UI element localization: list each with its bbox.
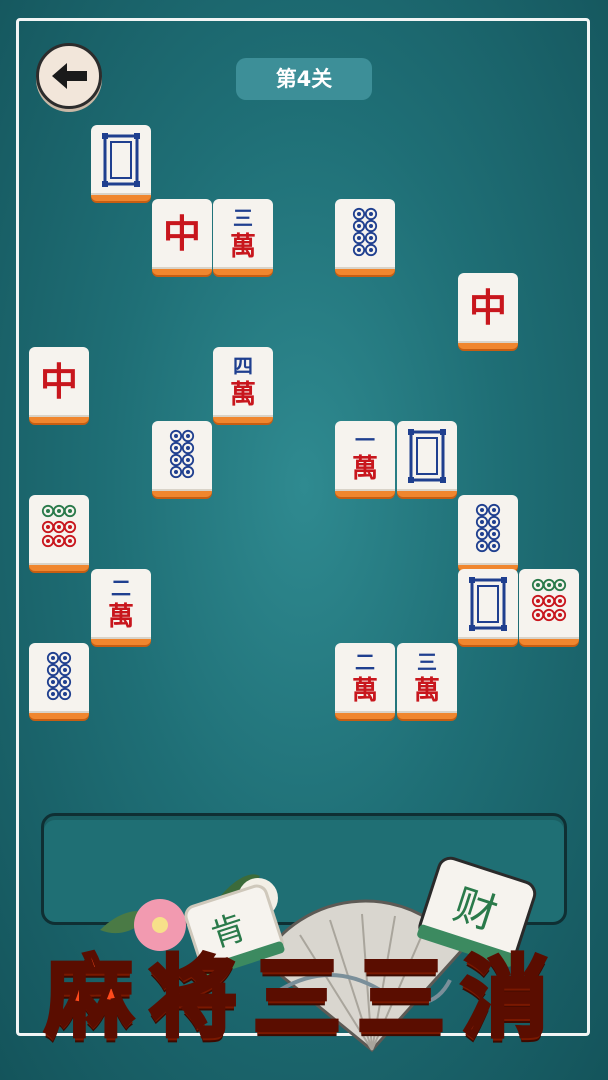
mahjong-tile[interactable] [152,421,212,497]
tile-face [102,133,140,187]
tile-face [169,429,195,479]
tile-face: 中 [469,285,507,330]
tile-face: 一萬 [352,428,378,484]
svg-text:中: 中 [469,285,507,330]
tile-board: 中三萬中中四萬一萬二萬二萬三萬 [0,0,608,800]
mahjong-tile[interactable]: 二萬 [335,643,395,719]
svg-text:萬: 萬 [352,676,378,706]
mahjong-tile[interactable]: 中 [29,347,89,423]
mahjong-tile[interactable] [29,643,89,719]
mahjong-tile[interactable] [458,569,518,645]
mahjong-tile[interactable]: 中 [152,199,212,275]
mahjong-tile[interactable] [335,199,395,275]
tile-face: 四萬 [230,354,256,410]
logo-char-3: 三 [251,943,343,1051]
svg-text:一: 一 [355,428,375,452]
mahjong-tile[interactable]: 三萬 [213,199,273,275]
svg-text:二: 二 [355,650,375,674]
svg-text:萬: 萬 [230,380,256,410]
mahjong-tile[interactable]: 一萬 [335,421,395,497]
svg-text:中: 中 [163,211,201,256]
tile-face [46,651,72,701]
logo-char-4: 三 [355,943,447,1051]
tile-face: 三萬 [414,650,440,706]
tile-face [531,578,567,622]
svg-text:四: 四 [233,354,253,378]
svg-text:萬: 萬 [352,454,378,484]
tile-face: 二萬 [352,650,378,706]
svg-text:中: 中 [40,359,78,404]
svg-text:萬: 萬 [230,232,256,262]
svg-text:三: 三 [417,650,437,674]
mahjong-tile[interactable]: 中 [458,273,518,349]
mahjong-tile[interactable]: 三萬 [397,643,457,719]
mahjong-tile[interactable]: 四萬 [213,347,273,423]
mahjong-tile[interactable] [519,569,579,645]
svg-text:三: 三 [233,206,253,230]
mahjong-tile[interactable] [91,125,151,201]
logo-char-5: 消 [459,943,551,1051]
svg-text:二: 二 [111,576,131,600]
tile-face: 中 [163,211,201,256]
tile-face [475,503,501,553]
mahjong-tile[interactable] [397,421,457,497]
tile-face: 二萬 [108,576,134,632]
tile-face: 中 [40,359,78,404]
mahjong-tile[interactable] [458,495,518,571]
mahjong-tile[interactable]: 二萬 [91,569,151,645]
logo-char-1: 麻 [43,943,135,1051]
tile-face [352,207,378,257]
mahjong-tile[interactable] [29,495,89,571]
logo-char-2: 将 [147,943,239,1051]
svg-text:萬: 萬 [414,676,440,706]
tile-face [469,577,507,631]
tile-face: 三萬 [230,206,256,262]
tile-face [41,504,77,548]
tile-face [408,429,446,483]
svg-text:萬: 萬 [108,602,134,632]
